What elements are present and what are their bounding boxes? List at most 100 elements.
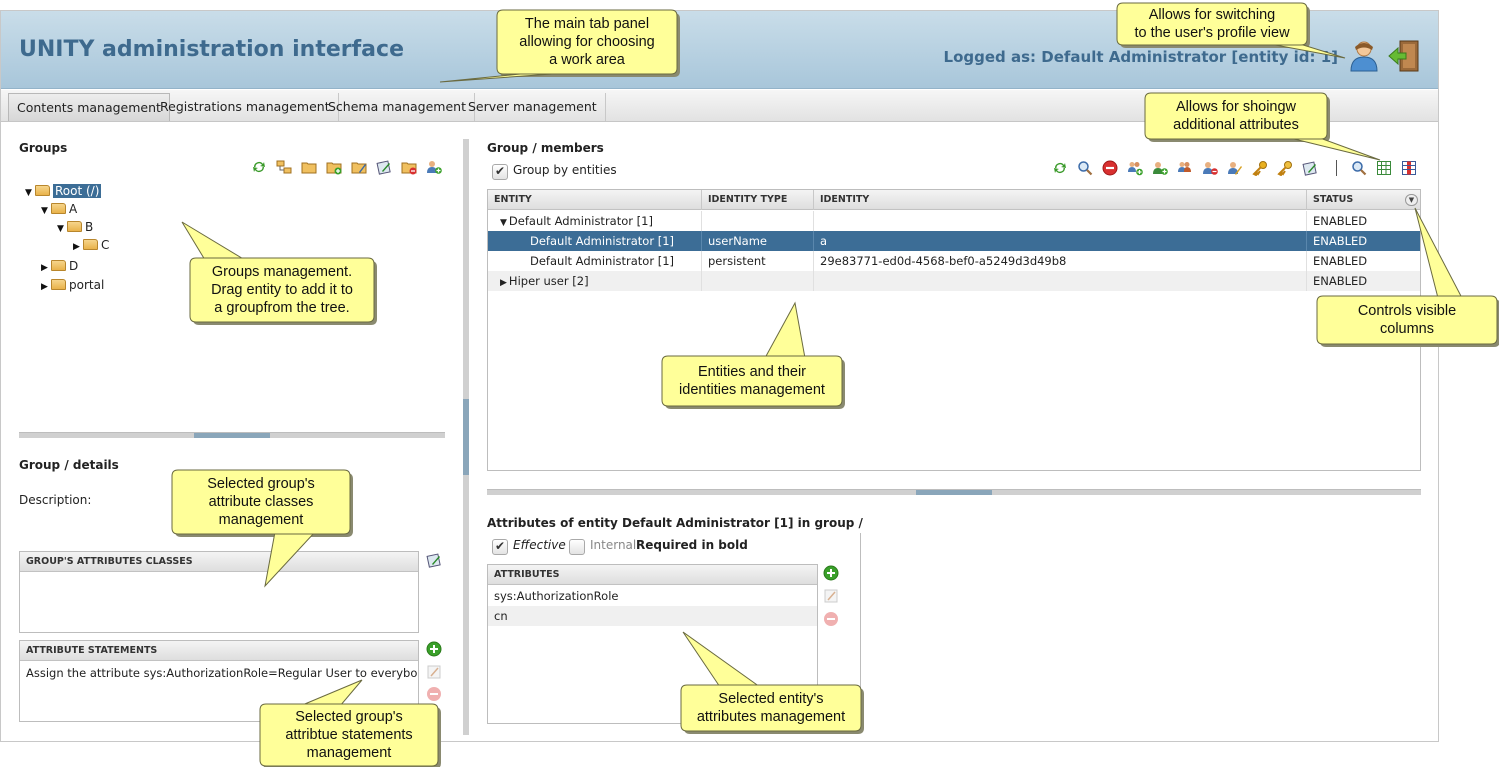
statement-cell: Assign the attribute sys:AuthorizationRo… <box>26 666 418 680</box>
groups-horizontal-splitter[interactable] <box>19 432 445 438</box>
tab-contents-management[interactable]: Contents management <box>8 93 170 121</box>
collapsed-triangle-icon[interactable]: ▶ <box>41 278 51 296</box>
folder-edit-icon[interactable] <box>351 159 367 175</box>
cell-entity: ▶ Hiper user [2] <box>488 271 702 291</box>
column-header-identity[interactable]: IDENTITY <box>814 190 1307 210</box>
group-attribute-classes-table[interactable]: GROUP'S ATTRIBUTES CLASSES <box>19 551 419 633</box>
change-status-icon[interactable] <box>1227 160 1243 176</box>
cell-text: userName <box>708 234 768 248</box>
attribute-class-icon[interactable] <box>376 159 392 175</box>
cell-text: ENABLED <box>1313 254 1368 268</box>
credential-key-alt-icon[interactable] <box>1277 160 1293 176</box>
tree-node-b[interactable]: ▼ B <box>57 218 93 236</box>
table-row[interactable]: ▶ Hiper user [2] ENABLED <box>488 271 1420 291</box>
user-profile-icon[interactable] <box>1347 39 1381 73</box>
folder-add-icon[interactable] <box>326 159 342 175</box>
tree-node-label: D <box>69 259 79 273</box>
row-expander-icon[interactable]: ▼ <box>500 218 507 228</box>
tab-server-management[interactable]: Server management <box>460 93 606 121</box>
cell-text: Hiper user [2] <box>508 274 589 288</box>
edit-attribute-class-icon[interactable] <box>1302 160 1318 176</box>
credential-key-icon[interactable] <box>1252 160 1268 176</box>
column-header-status[interactable]: STATUS <box>1307 190 1420 210</box>
cell-text: persistent <box>708 254 766 268</box>
group-by-entities-checkbox[interactable]: ✔ <box>492 164 508 180</box>
cell-identity: 29e83771-ed0d-4568-bef0-a5249d3d49b8 <box>814 251 1307 271</box>
add-entity-icon[interactable] <box>1127 160 1143 176</box>
groups-toolbar <box>251 159 447 177</box>
folder-icon[interactable] <box>301 159 317 175</box>
table-row[interactable]: ▼ Default Administrator [1] ENABLED <box>488 211 1420 231</box>
add-statement-icon[interactable] <box>426 641 442 657</box>
folder-icon <box>51 203 66 214</box>
attr-classes-column-header[interactable]: GROUP'S ATTRIBUTES CLASSES <box>20 552 418 572</box>
group-members-title: Group / members <box>487 141 604 155</box>
tree-node-d[interactable]: ▶ D <box>41 257 78 275</box>
table-row[interactable]: cn <box>488 606 817 626</box>
search-icon[interactable] <box>1077 160 1093 176</box>
collapsed-triangle-icon[interactable]: ▶ <box>73 238 83 256</box>
add-attribute-icon[interactable] <box>823 565 839 581</box>
main-vertical-splitter[interactable] <box>463 139 469 735</box>
column-header-entity[interactable]: ENTITY <box>488 190 702 210</box>
tab-registrations-management[interactable]: Registrations management <box>152 93 339 121</box>
logout-door-icon[interactable] <box>1387 39 1421 73</box>
members-horizontal-splitter[interactable] <box>487 489 1421 495</box>
row-expander-icon[interactable]: ▶ <box>500 278 507 288</box>
additional-attributes-icon[interactable] <box>1376 160 1392 176</box>
expand-triangle-icon[interactable]: ▼ <box>25 184 35 202</box>
table-row[interactable]: Default Administrator [1] persistent 29e83… <box>488 251 1420 271</box>
add-to-group-icon[interactable] <box>1177 160 1193 176</box>
folder-delete-icon[interactable] <box>401 159 417 175</box>
cell-text: ENABLED <box>1313 274 1368 288</box>
effective-checkbox[interactable]: ✔ <box>492 539 508 555</box>
splitter-grip[interactable] <box>916 490 992 495</box>
table-row[interactable]: Assign the attribute sys:AuthorizationRo… <box>20 663 418 683</box>
remove-from-group-icon[interactable] <box>1202 160 1218 176</box>
show-search-icon[interactable] <box>1351 160 1367 176</box>
folder-icon <box>51 279 66 290</box>
callout-entity-attrs: Selected entity's attributes management <box>680 631 864 734</box>
expand-triangle-icon[interactable]: ▼ <box>57 220 67 238</box>
edit-statement-icon <box>427 665 441 679</box>
group-tree-icon[interactable] <box>276 159 292 175</box>
add-identity-icon[interactable] <box>1152 160 1168 176</box>
callout-groups-mgmt: Groups management. Drag entity to add it… <box>181 221 377 325</box>
tree-node-a[interactable]: ▼ A <box>41 200 77 218</box>
tab-schema-management[interactable]: Schema management <box>320 93 475 121</box>
internal-checkbox[interactable] <box>569 539 585 555</box>
column-header-identity-type[interactable]: IDENTITY TYPE <box>702 190 814 210</box>
description-label: Description: <box>19 493 92 507</box>
collapsed-triangle-icon[interactable]: ▶ <box>41 259 51 277</box>
members-table[interactable]: ENTITY IDENTITY TYPE IDENTITY STATUS ▼ ▼… <box>487 189 1421 471</box>
expand-triangle-icon[interactable]: ▼ <box>41 202 51 220</box>
callout-text: Entities and their identities management <box>679 364 825 398</box>
tree-node-label: C <box>101 238 110 252</box>
cell-status: ENABLED <box>1307 251 1420 271</box>
tree-node-label: Root (/) <box>53 184 102 198</box>
table-row[interactable]: sys:AuthorizationRole <box>488 586 817 606</box>
column-chooser-icon[interactable]: ▼ <box>1405 194 1418 206</box>
refresh-icon[interactable] <box>1052 160 1068 176</box>
splitter-grip[interactable] <box>194 433 270 438</box>
refresh-icon[interactable] <box>251 159 267 175</box>
add-entity-icon[interactable] <box>426 159 442 175</box>
remove-icon[interactable] <box>1102 160 1118 176</box>
callout-text: Selected group's attribute classes manag… <box>207 476 315 528</box>
cell-text: ENABLED <box>1313 214 1368 228</box>
callout-attr-classes: Selected group's attribute classes manag… <box>171 469 353 588</box>
callout-text: Controls visible columns <box>1357 303 1457 337</box>
tree-node-root[interactable]: ▼ Root (/) <box>25 182 102 202</box>
visible-columns-icon[interactable] <box>1401 160 1417 176</box>
tree-node-portal[interactable]: ▶ portal <box>41 276 104 294</box>
column-header-attributes[interactable]: ATTRIBUTES <box>488 565 817 585</box>
edit-attribute-classes-icon[interactable] <box>426 552 442 568</box>
tree-node-c[interactable]: ▶ C <box>73 236 109 254</box>
splitter-grip[interactable] <box>463 399 469 475</box>
group-details-title: Group / details <box>19 458 119 472</box>
effective-label: Effective <box>513 538 566 552</box>
cell-text: Default Administrator [1] <box>530 254 675 268</box>
table-row[interactable]: Default Administrator [1] userName a ENABLE… <box>488 231 1420 251</box>
cell-type: userName <box>702 231 814 251</box>
attr-statements-column-header[interactable]: ATTRIBUTE STATEMENTS <box>20 641 418 661</box>
